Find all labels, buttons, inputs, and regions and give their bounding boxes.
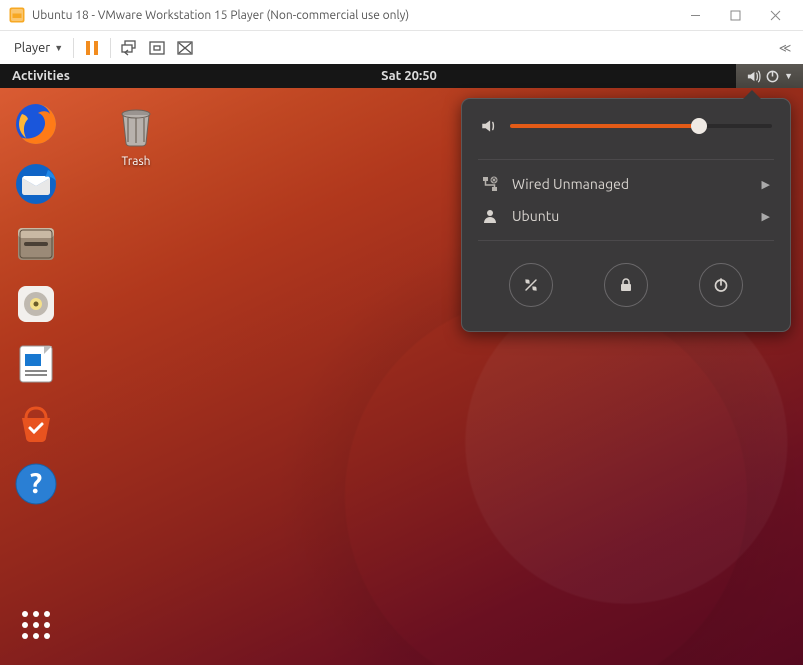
volume-slider[interactable] bbox=[510, 124, 772, 128]
settings-icon bbox=[523, 277, 539, 293]
dock-icon-firefox[interactable] bbox=[10, 98, 62, 150]
window-title: Ubuntu 18 - VMware Workstation 15 Player… bbox=[32, 9, 409, 22]
lock-button[interactable] bbox=[604, 263, 648, 307]
minimize-button[interactable] bbox=[675, 1, 715, 29]
dock-icon-ubuntu-software[interactable] bbox=[10, 398, 62, 450]
chevron-down-icon: ▼ bbox=[784, 71, 793, 81]
show-applications-button[interactable] bbox=[10, 599, 62, 651]
volume-icon bbox=[746, 69, 761, 84]
power-icon bbox=[713, 277, 729, 293]
activities-button[interactable]: Activities bbox=[0, 69, 82, 83]
wired-network-icon bbox=[482, 176, 498, 192]
collapse-toolbar-button[interactable]: ≪ bbox=[775, 41, 795, 55]
guest-desktop: Activities Sat 20:50 ▼ ? bbox=[0, 64, 803, 665]
chevron-right-icon: ▶ bbox=[762, 210, 770, 223]
pause-button[interactable] bbox=[78, 34, 106, 62]
menu-item-network[interactable]: Wired Unmanaged ▶ bbox=[478, 168, 774, 200]
volume-slider-fill bbox=[510, 124, 699, 128]
desktop-icon-trash[interactable]: Trash bbox=[100, 104, 172, 168]
vmware-titlebar: Ubuntu 18 - VMware Workstation 15 Player… bbox=[0, 0, 803, 31]
chevron-right-icon: ▶ bbox=[762, 178, 770, 191]
chevron-down-icon: ▼ bbox=[54, 43, 63, 53]
vmware-toolbar: Player ▼ ≪ bbox=[0, 31, 803, 66]
clock[interactable]: Sat 20:50 bbox=[82, 69, 736, 83]
player-menu-label: Player bbox=[14, 41, 50, 55]
user-icon bbox=[482, 208, 498, 224]
separator bbox=[110, 38, 111, 58]
separator bbox=[478, 159, 774, 160]
power-icon bbox=[765, 69, 780, 84]
svg-text:?: ? bbox=[30, 468, 42, 499]
volume-icon bbox=[480, 117, 498, 135]
settings-button[interactable] bbox=[509, 263, 553, 307]
dock-icon-rhythmbox[interactable] bbox=[10, 278, 62, 330]
unity-mode-button[interactable] bbox=[171, 34, 199, 62]
dock: ? bbox=[0, 88, 72, 665]
network-label: Wired Unmanaged bbox=[512, 176, 748, 192]
dock-icon-libreoffice-writer[interactable] bbox=[10, 338, 62, 390]
separator bbox=[73, 38, 74, 58]
dock-icon-thunderbird[interactable] bbox=[10, 158, 62, 210]
dock-icon-files[interactable] bbox=[10, 218, 62, 270]
gnome-topbar: Activities Sat 20:50 ▼ bbox=[0, 64, 803, 88]
system-status-area[interactable]: ▼ bbox=[736, 64, 803, 88]
vmware-logo-icon bbox=[8, 6, 26, 24]
apps-grid-icon bbox=[22, 611, 50, 639]
volume-slider-thumb bbox=[691, 118, 707, 134]
dock-icon-help[interactable]: ? bbox=[10, 458, 62, 510]
separator bbox=[478, 240, 774, 241]
user-label: Ubuntu bbox=[512, 208, 748, 224]
send-ctrl-alt-del-button[interactable] bbox=[115, 34, 143, 62]
lock-icon bbox=[618, 277, 634, 293]
action-row bbox=[478, 249, 774, 309]
fullscreen-button[interactable] bbox=[143, 34, 171, 62]
power-button[interactable] bbox=[699, 263, 743, 307]
maximize-button[interactable] bbox=[715, 1, 755, 29]
player-menu[interactable]: Player ▼ bbox=[8, 38, 69, 58]
close-button[interactable] bbox=[755, 1, 795, 29]
volume-row bbox=[478, 113, 774, 151]
trash-label: Trash bbox=[100, 155, 172, 168]
menu-item-user[interactable]: Ubuntu ▶ bbox=[478, 200, 774, 232]
trash-icon bbox=[112, 104, 160, 152]
system-menu-popover: Wired Unmanaged ▶ Ubuntu ▶ bbox=[461, 98, 791, 332]
